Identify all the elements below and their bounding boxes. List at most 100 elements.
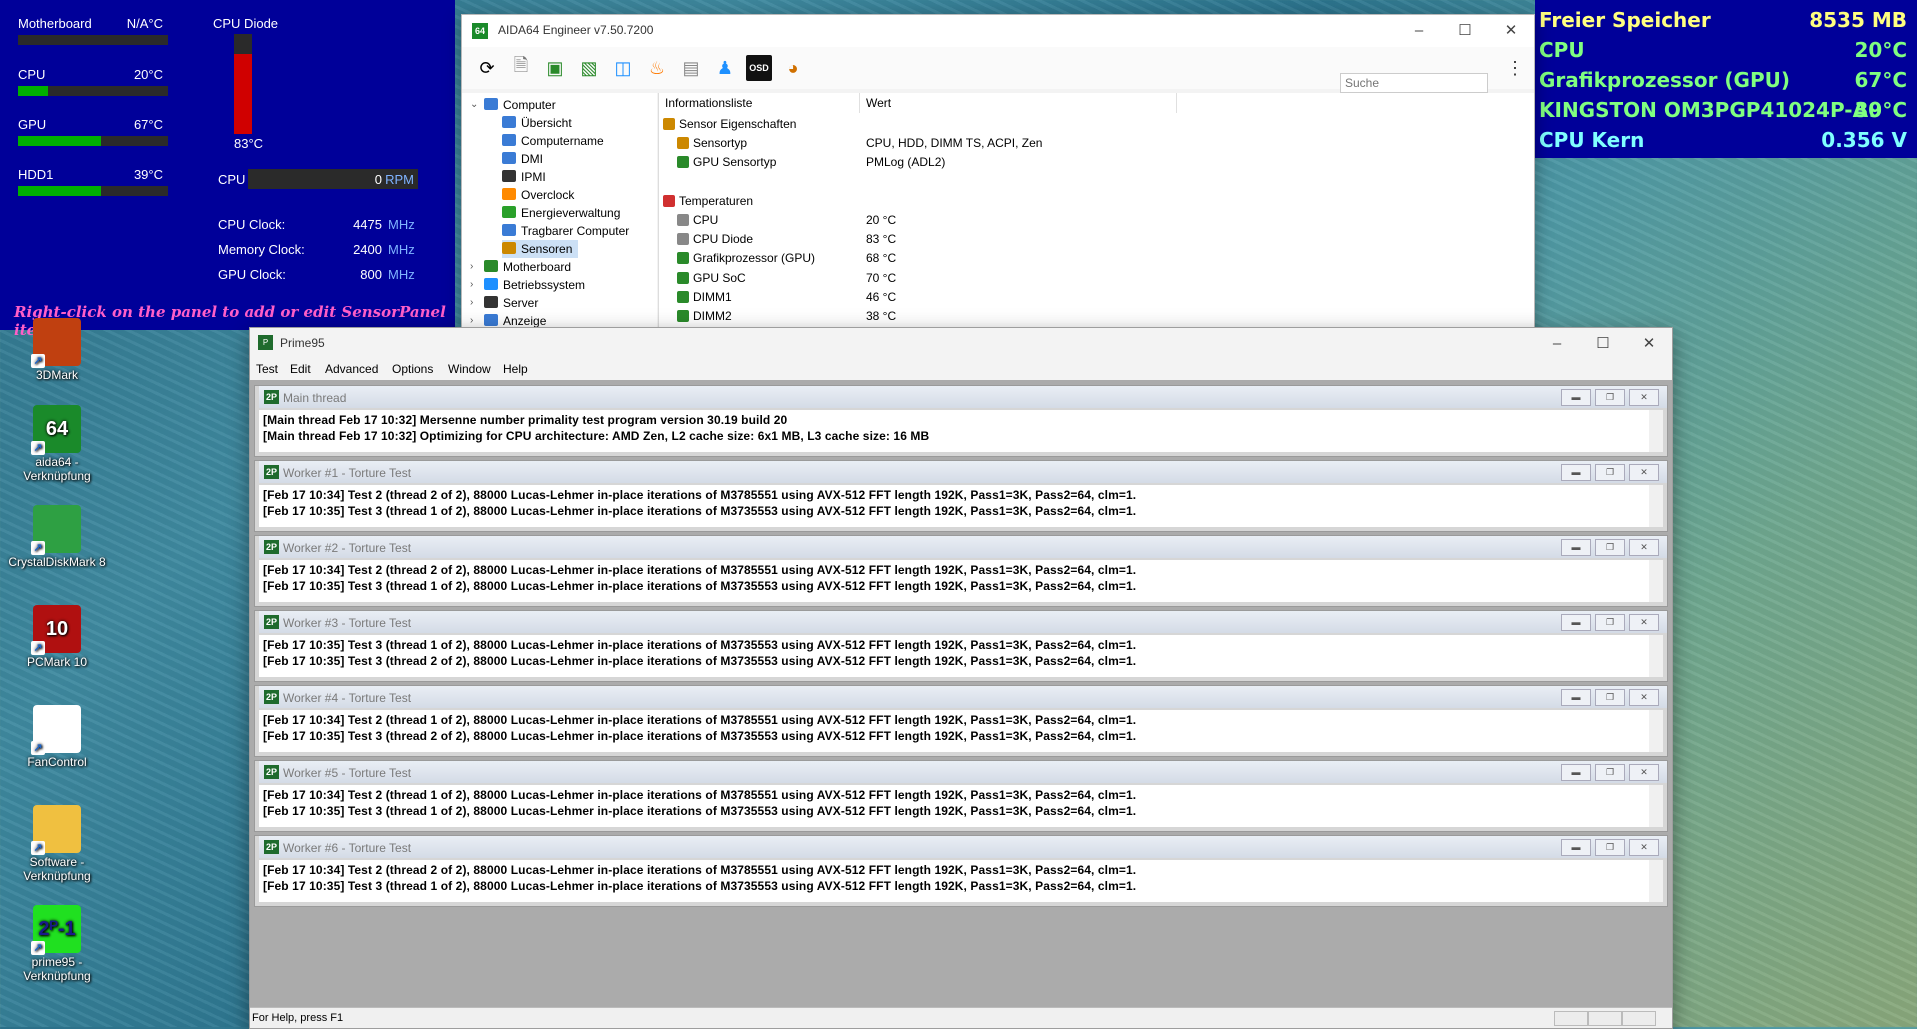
aida64-titlebar[interactable]: 64 AIDA64 Engineer v7.50.7200 – ☐ ✕ [462,15,1534,47]
prime95-close-button[interactable]: ✕ [1626,328,1672,358]
pane-log[interactable]: [Feb 17 10:34] Test 2 (thread 2 of 2), 8… [259,485,1655,527]
info-row[interactable]: Sensortyp [677,134,747,153]
aida64-window[interactable]: 64 AIDA64 Engineer v7.50.7200 – ☐ ✕ ⟳ 🗎 … [461,14,1535,346]
aida64-search-input[interactable] [1340,73,1488,93]
pane-titlebar[interactable]: 2P Worker #4 - Torture Test ▬ ❐ ✕ [259,686,1667,708]
info-row[interactable]: GPU Sensortyp [677,153,776,172]
pane-close-button[interactable]: ✕ [1629,464,1659,481]
desktop-shortcut[interactable]: ↗ 3DMark [2,318,112,382]
pane-restore-button[interactable]: ❐ [1595,689,1625,706]
pane-scrollbar[interactable] [1649,485,1663,527]
aida64-minimize-button[interactable]: – [1396,15,1442,45]
tree-item[interactable]: DMI [502,150,543,168]
pane-log[interactable]: [Feb 17 10:34] Test 2 (thread 1 of 2), 8… [259,785,1655,827]
menu-item-edit[interactable]: Edit [290,362,311,376]
info-row[interactable]: CPU [677,211,718,230]
desktop-shortcut[interactable]: 2ᴾ-1 ↗ prime95 - Verknüpfung [2,905,112,983]
pane-scrollbar[interactable] [1649,410,1663,452]
pane-minimize-button[interactable]: ▬ [1561,689,1591,706]
tree-item[interactable]: IPMI [502,168,546,186]
network-icon[interactable]: ◫ [610,55,636,81]
aida64-maximize-button[interactable]: ☐ [1442,15,1488,45]
pane-scrollbar[interactable] [1649,560,1663,602]
report-icon[interactable]: 🗎 [508,55,534,81]
pane-restore-button[interactable]: ❐ [1595,839,1625,856]
expand-chevron-icon[interactable]: › [470,279,473,290]
desktop-shortcut[interactable]: 10 ↗ PCMark 10 [2,605,112,669]
pane-minimize-button[interactable]: ▬ [1561,839,1591,856]
tree-item[interactable]: Energieverwaltung [502,204,620,222]
pane-minimize-button[interactable]: ▬ [1561,389,1591,406]
info-row[interactable]: DIMM1 [677,288,732,307]
aida64-close-button[interactable]: ✕ [1488,15,1534,45]
flame-icon[interactable]: ♨ [644,55,670,81]
info-row[interactable]: Grafikprozessor (GPU) [677,249,815,268]
tree-item[interactable]: Motherboard [484,258,571,276]
tree-item[interactable]: Server [484,294,538,312]
col-header-value[interactable]: Wert [860,93,1177,113]
tree-item[interactable]: Computername [502,132,604,150]
pane-close-button[interactable]: ✕ [1629,614,1659,631]
pane-titlebar[interactable]: 2P Main thread ▬ ❐ ✕ [259,386,1667,408]
tree-item[interactable]: Betriebssystem [484,276,585,294]
info-row[interactable]: GPU SoC [677,269,746,288]
menu-item-help[interactable]: Help [503,362,528,376]
pane-titlebar[interactable]: 2P Worker #3 - Torture Test ▬ ❐ ✕ [259,611,1667,633]
col-header-info[interactable]: Informationsliste [659,93,860,113]
user-icon[interactable]: ♟ [712,55,738,81]
pane-close-button[interactable]: ✕ [1629,539,1659,556]
pane-titlebar[interactable]: 2P Worker #1 - Torture Test ▬ ❐ ✕ [259,461,1667,483]
pane-close-button[interactable]: ✕ [1629,764,1659,781]
prime95-titlebar[interactable]: P Prime95 – ☐ ✕ [250,328,1672,358]
desktop-shortcut[interactable]: ↗ Software - Verknüpfung [2,805,112,883]
pane-minimize-button[interactable]: ▬ [1561,539,1591,556]
more-menu-icon[interactable]: ⋮ [1502,55,1528,81]
pane-close-button[interactable]: ✕ [1629,389,1659,406]
pane-restore-button[interactable]: ❐ [1595,389,1625,406]
pane-log[interactable]: [Feb 17 10:35] Test 3 (thread 1 of 2), 8… [259,635,1655,677]
menu-item-advanced[interactable]: Advanced [325,362,378,376]
expand-chevron-icon[interactable]: › [470,315,473,326]
pane-log[interactable]: [Feb 17 10:34] Test 2 (thread 2 of 2), 8… [259,560,1655,602]
pane-log[interactable]: [Main thread Feb 17 10:32] Mersenne numb… [259,410,1655,452]
osd-button[interactable]: OSD [746,55,772,81]
pane-log[interactable]: [Feb 17 10:34] Test 2 (thread 2 of 2), 8… [259,860,1655,902]
pane-minimize-button[interactable]: ▬ [1561,464,1591,481]
prime95-window[interactable]: P Prime95 – ☐ ✕ Test Edit Advanced Options W… [249,327,1673,1029]
pane-scrollbar[interactable] [1649,785,1663,827]
pane-scrollbar[interactable] [1649,860,1663,902]
pane-log[interactable]: [Feb 17 10:34] Test 2 (thread 1 of 2), 8… [259,710,1655,752]
pane-scrollbar[interactable] [1649,635,1663,677]
pane-titlebar[interactable]: 2P Worker #5 - Torture Test ▬ ❐ ✕ [259,761,1667,783]
menu-item-options[interactable]: Options [392,362,433,376]
collapse-chevron-icon[interactable]: ⌄ [470,99,478,110]
sensor-gauge-icon[interactable]: ◕ [780,55,806,81]
pane-restore-button[interactable]: ❐ [1595,614,1625,631]
pane-titlebar[interactable]: 2P Worker #6 - Torture Test ▬ ❐ ✕ [259,836,1667,858]
pane-scrollbar[interactable] [1649,710,1663,752]
tree-item[interactable]: Übersicht [502,114,572,132]
refresh-icon[interactable]: ⟳ [474,55,500,81]
info-row[interactable]: DIMM2 [677,307,732,326]
info-row[interactable]: CPU Diode [677,230,753,249]
info-row[interactable]: Sensor Eigenschaften [663,115,796,134]
pane-minimize-button[interactable]: ▬ [1561,614,1591,631]
pane-restore-button[interactable]: ❐ [1595,764,1625,781]
motherboard-icon[interactable]: ▣ [542,55,568,81]
cache-benchmark-icon[interactable]: ▤ [678,55,704,81]
prime95-minimize-button[interactable]: – [1534,328,1580,358]
tree-item[interactable]: Overclock [502,186,574,204]
tree-item[interactable]: Computer [484,96,556,114]
pane-titlebar[interactable]: 2P Worker #2 - Torture Test ▬ ❐ ✕ [259,536,1667,558]
pane-minimize-button[interactable]: ▬ [1561,764,1591,781]
tree-item[interactable]: Sensoren [502,240,579,258]
memory-icon[interactable]: ▧ [576,55,602,81]
desktop-shortcut[interactable]: 64 ↗ aida64 - Verknüpfung [2,405,112,483]
desktop-shortcut[interactable]: ↗ CrystalDiskMark 8 [2,505,112,569]
expand-chevron-icon[interactable]: › [470,297,473,308]
info-row[interactable]: Temperaturen [663,192,753,211]
pane-restore-button[interactable]: ❐ [1595,464,1625,481]
tree-item[interactable]: Tragbarer Computer [502,222,629,240]
pane-restore-button[interactable]: ❐ [1595,539,1625,556]
expand-chevron-icon[interactable]: › [470,261,473,272]
